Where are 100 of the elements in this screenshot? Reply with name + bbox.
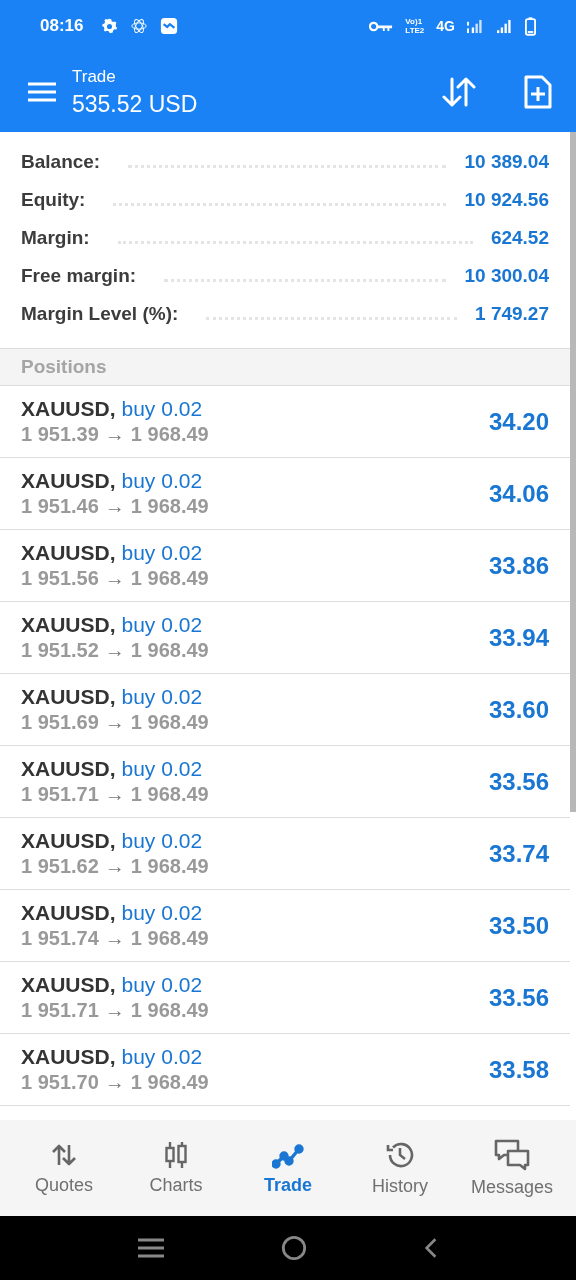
current-price: 1 968.49 [130,783,209,806]
home-icon[interactable] [281,1235,307,1261]
nav-tab[interactable]: History [344,1120,456,1216]
position-symbol: XAUUSD, [21,397,116,421]
position-side: buy 0.02 [121,469,203,493]
position-side: buy 0.02 [121,541,203,565]
summary-label: Balance: [21,151,101,173]
arrow-glyph: → [104,999,125,1022]
position-side: buy 0.02 [121,901,203,925]
position-profit: 34.06 [488,479,549,508]
position-row[interactable]: XAUUSD, buy 0.02 1 951.70 → 1 968.49 33.58 [0,1034,570,1106]
position-symbol: XAUUSD, [21,541,116,565]
open-price: 1 951.56 [21,567,99,590]
sort-icon[interactable] [442,76,476,108]
volte-label: Vo)1 LTE2 [405,17,425,35]
summary-value: 624.52 [490,227,549,249]
back-icon[interactable] [423,1237,438,1259]
position-profit: 33.56 [488,767,549,796]
open-price: 1 951.46 [21,495,99,518]
open-price: 1 951.39 [21,423,99,446]
signal-icon [496,18,513,34]
position-profit: 33.56 [488,983,549,1012]
arrow-glyph: → [104,639,125,662]
current-price: 1 968.49 [130,423,209,446]
open-price: 1 951.69 [21,711,99,734]
summary-value: 10 389.04 [464,151,549,173]
position-profit: 33.94 [488,623,549,652]
open-price: 1 951.71 [21,783,99,806]
position-symbol: XAUUSD, [21,973,116,997]
position-profit: 34.20 [488,407,549,436]
position-symbol: XAUUSD, [21,613,116,637]
position-profit: 33.60 [488,695,549,724]
signal-icon [467,18,484,34]
position-side: buy 0.02 [121,685,203,709]
position-side: buy 0.02 [121,613,203,637]
position-profit: 33.50 [488,911,549,940]
arrow-glyph: → [104,855,125,878]
arrow-glyph: → [104,711,125,734]
summary-value: 1 749.27 [475,303,549,325]
position-side: buy 0.02 [121,397,203,421]
position-row[interactable]: XAUUSD, buy 0.02 1 951.71 → 1 968.49 33.56 [0,962,570,1034]
arrow-glyph: → [104,423,125,446]
open-price: 1 951.74 [21,927,99,950]
position-side: buy 0.02 [121,757,203,781]
current-price: 1 968.49 [130,999,209,1022]
chat-bubbles-icon [494,1138,530,1171]
position-symbol: XAUUSD, [21,685,116,709]
recents-icon[interactable] [138,1238,165,1258]
atom-icon [130,17,149,35]
summary-label: Margin Level (%): [21,303,179,325]
summary-label: Margin: [21,227,90,249]
current-price: 1 968.49 [130,639,209,662]
open-price: 1 951.62 [21,855,99,878]
position-profit: 33.74 [488,839,549,868]
screen-title: Trade [72,66,117,87]
position-side: buy 0.02 [121,829,203,853]
nav-tab[interactable]: Messages [456,1120,568,1216]
network-type: 4G [436,18,455,34]
position-symbol: XAUUSD, [21,757,116,781]
menu-icon[interactable] [28,82,56,102]
section-title: Positions [21,356,107,378]
nav-tab[interactable]: Charts [120,1120,232,1216]
open-price: 1 951.52 [21,639,99,662]
current-price: 1 968.49 [130,495,209,518]
current-price: 1 968.49 [130,855,209,878]
candlestick-icon [162,1140,190,1169]
position-side: buy 0.02 [121,973,203,997]
open-price: 1 951.71 [21,999,99,1022]
position-side: buy 0.02 [121,1045,203,1069]
status-time: 08:16 [40,16,84,36]
summary-label: Equity: [21,189,86,211]
position-profit: 33.58 [488,1055,549,1084]
battery-icon [525,16,536,36]
position-symbol: XAUUSD, [21,901,116,925]
position-row[interactable]: XAUUSD, buy 0.02 1 951.62 → 1 968.49 33.74 [0,818,570,890]
app-icon [160,17,179,35]
current-price: 1 968.49 [130,927,209,950]
position-symbol: XAUUSD, [21,469,116,493]
arrow-glyph: → [104,783,125,806]
position-symbol: XAUUSD, [21,1045,116,1069]
nav-tab[interactable]: Quotes [8,1120,120,1216]
position-row[interactable]: XAUUSD, buy 0.02 1 951.74 → 1 968.49 33.50 [0,890,570,962]
summary-label: Free margin: [21,265,137,287]
gear-icon [101,17,119,35]
current-price: 1 968.49 [130,567,209,590]
profit-total: 535.52 USD [72,90,199,118]
open-price: 1 951.70 [21,1071,99,1094]
new-order-icon[interactable] [524,75,552,109]
arrow-glyph: → [104,927,125,950]
arrow-glyph: → [104,567,125,590]
arrow-glyph: → [104,1071,125,1094]
nav-tab[interactable]: Trade [232,1120,344,1216]
arrow-glyph: → [104,495,125,518]
key-icon [369,19,394,33]
current-price: 1 968.49 [130,1071,209,1094]
position-profit: 33.86 [488,551,549,580]
summary-value: 10 924.56 [464,189,549,211]
summary-value: 10 300.04 [464,265,549,287]
current-price: 1 968.49 [130,711,209,734]
position-symbol: XAUUSD, [21,829,116,853]
